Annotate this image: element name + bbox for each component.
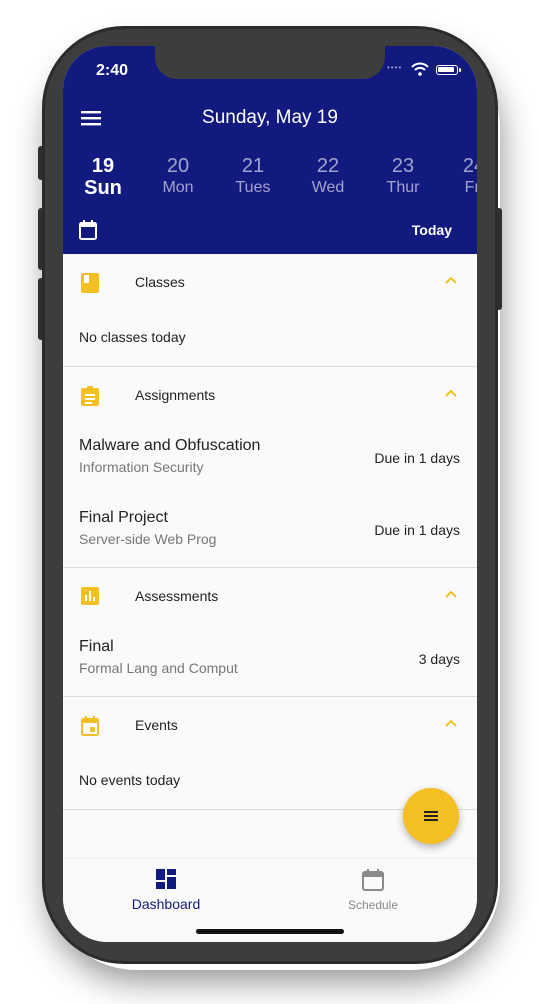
- classes-section-header[interactable]: Classes: [63, 254, 477, 310]
- day-wed-22[interactable]: 22 Wed: [298, 154, 358, 198]
- page-title: Sunday, May 19: [202, 107, 338, 128]
- tab-dashboard-label: Dashboard: [131, 896, 201, 912]
- day-fri-24[interactable]: 24 Fri: [444, 154, 477, 198]
- assessments-title: Assessments: [135, 588, 219, 604]
- menu-fab-button[interactable]: [403, 788, 459, 844]
- clipboard-icon: [81, 386, 99, 406]
- signal-icon: ••••: [387, 63, 403, 72]
- notch: [155, 46, 385, 79]
- event-icon: [81, 716, 99, 736]
- wifi-icon: [411, 62, 429, 76]
- calendar-icon[interactable]: [79, 220, 97, 240]
- classes-empty: No classes today: [79, 329, 186, 345]
- events-title: Events: [135, 717, 178, 733]
- today-button[interactable]: Today: [412, 222, 452, 238]
- tab-schedule-label: Schedule: [347, 898, 399, 912]
- bar-chart-icon: [81, 587, 99, 605]
- menu-icon: [424, 811, 438, 821]
- calendar-icon: [362, 869, 384, 891]
- home-indicator: [196, 929, 344, 934]
- status-time: 2:40: [96, 62, 129, 79]
- assignments-section-header[interactable]: Assignments: [63, 367, 477, 423]
- book-icon: [81, 273, 99, 293]
- day-thu-23[interactable]: 23 Thur: [373, 154, 433, 198]
- events-section-header[interactable]: Events: [63, 697, 477, 753]
- app-header: 2:40 •••• Sunday, May 19 19 Sun 20 Mon 2…: [63, 46, 477, 254]
- chevron-up-icon[interactable]: [445, 719, 457, 727]
- tab-dashboard[interactable]: Dashboard: [96, 869, 236, 912]
- day-tue-21[interactable]: 21 Tues: [223, 154, 283, 198]
- tab-schedule[interactable]: Schedule: [303, 869, 443, 912]
- app-screen: 2:40 •••• Sunday, May 19 19 Sun 20 Mon 2…: [63, 46, 477, 942]
- chevron-up-icon[interactable]: [445, 276, 457, 284]
- dashboard-icon: [156, 869, 176, 889]
- assignment-item[interactable]: Malware and Obfuscation Information Secu…: [63, 423, 477, 495]
- classes-title: Classes: [135, 274, 185, 290]
- chevron-up-icon[interactable]: [445, 590, 457, 598]
- assessment-item[interactable]: Final Formal Lang and Comput 3 days: [63, 624, 477, 696]
- assignments-title: Assignments: [135, 387, 216, 403]
- dashboard-content: Classes No classes today Assignments Mal…: [63, 254, 477, 810]
- day-mon-20[interactable]: 20 Mon: [148, 154, 208, 198]
- assessments-section-header[interactable]: Assessments: [63, 568, 477, 624]
- day-sun-19[interactable]: 19 Sun: [73, 154, 133, 198]
- chevron-up-icon[interactable]: [445, 389, 457, 397]
- battery-icon: [436, 65, 461, 75]
- assignment-item[interactable]: Final Project Server-side Web Prog Due i…: [63, 495, 477, 567]
